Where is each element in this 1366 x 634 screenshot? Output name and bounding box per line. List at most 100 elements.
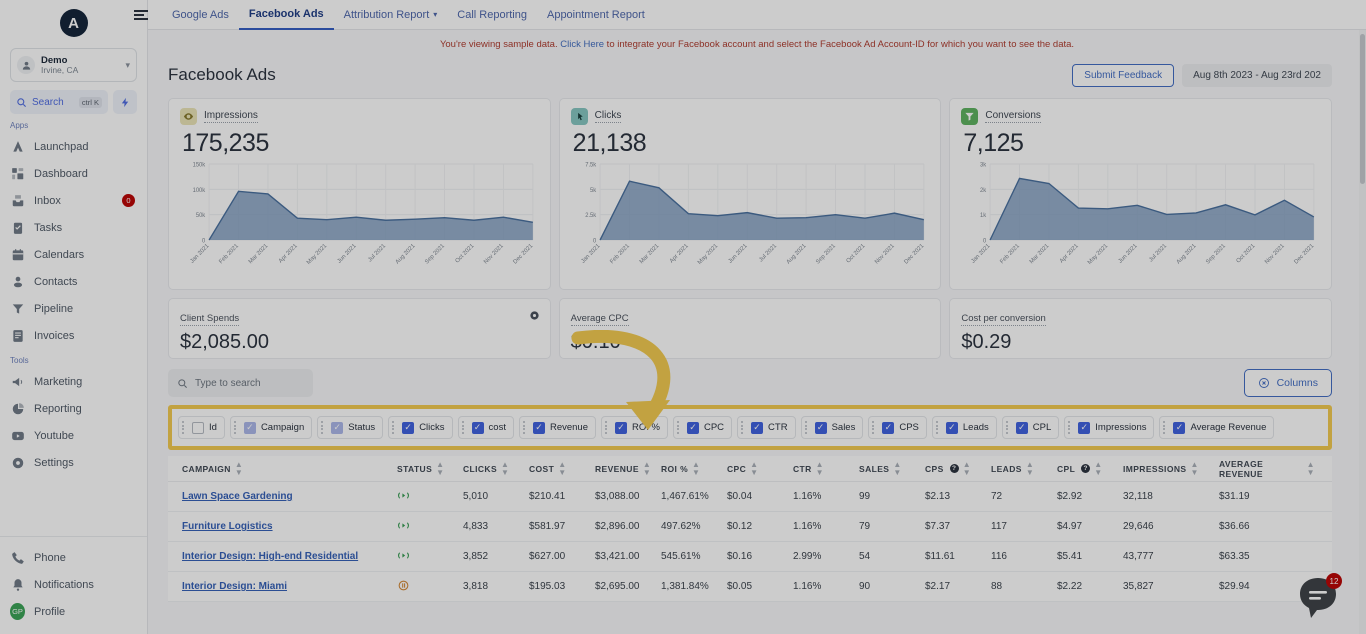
notice-link[interactable]: Click Here [560,39,604,50]
sidebar-item-pipeline[interactable]: Pipeline [0,295,147,322]
table-column-header[interactable]: COST ▲ ▼ [529,460,595,477]
column-chip[interactable]: ✓ Clicks [388,416,453,439]
sidebar-item-youtube[interactable]: Youtube [0,422,147,449]
sidebar-item-contacts[interactable]: Contacts [0,268,147,295]
table-column-header[interactable]: CPC ▲ ▼ [727,460,793,477]
table-column-header[interactable]: CLICKS ▲ ▼ [463,460,529,477]
drag-handle-icon[interactable] [935,421,941,434]
table-column-header[interactable]: CAMPAIGN ▲ ▼ [182,460,397,477]
column-chip[interactable]: ✓ CPC [672,416,733,439]
sort-icon[interactable]: ▲ ▼ [692,460,700,477]
column-checkbox[interactable]: ✓ [532,421,545,434]
column-chip[interactable]: ✓ CPS [868,416,927,439]
sort-icon[interactable]: ▲ ▼ [1307,460,1315,477]
column-chip[interactable]: ✓ Status [317,416,384,439]
column-checkbox[interactable] [192,421,204,434]
help-icon[interactable]: ? [949,464,959,473]
column-chip[interactable]: ✓ Impressions [1064,416,1155,439]
campaign-link[interactable]: Lawn Space Gardening [182,491,293,502]
sidebar-item-settings[interactable]: Settings [0,449,147,476]
chat-widget[interactable]: 12 [1296,573,1342,622]
column-checkbox[interactable]: ✓ [615,421,627,434]
sort-icon[interactable]: ▲ ▼ [1190,460,1198,477]
sidebar-item-invoices[interactable]: Invoices [0,322,147,349]
search-input[interactable]: Type to search [168,369,313,397]
sidebar-item-launchpad[interactable]: Launchpad [0,133,147,160]
sort-icon[interactable]: ▲ ▼ [436,460,444,477]
date-range-picker[interactable]: Aug 8th 2023 - Aug 23rd 202 [1182,63,1332,87]
table-row[interactable]: Interior Design: High-end Residential 3,8… [168,542,1332,572]
column-checkbox[interactable]: ✓ [945,421,958,434]
sidebar-item-notifications[interactable]: Notifications [0,571,147,598]
column-checkbox[interactable]: ✓ [1078,421,1091,434]
drag-handle-icon[interactable] [392,421,397,434]
column-checkbox[interactable]: ✓ [814,421,827,434]
drag-handle-icon[interactable] [605,421,610,434]
sort-icon[interactable]: ▲ ▼ [501,460,509,477]
tab-appointment-report[interactable]: Appointment Report [537,0,655,30]
campaign-link[interactable]: Furniture Logistics [182,521,273,532]
table-column-header[interactable]: CPS? ▲ ▼ [925,460,991,477]
column-chip[interactable]: ✓ Campaign [229,416,313,439]
gear-icon[interactable] [529,310,540,324]
drag-handle-icon[interactable] [741,421,746,434]
sidebar-item-profile[interactable]: GP Profile [0,598,147,625]
sort-icon[interactable]: ▲ ▼ [893,460,901,477]
sidebar-item-tasks[interactable]: Tasks [0,214,147,241]
column-checkbox[interactable]: ✓ [331,421,344,434]
page-scrollbar-thumb[interactable] [1360,34,1365,184]
tab-facebook-ads[interactable]: Facebook Ads [238,0,334,30]
sidebar-item-phone[interactable]: Phone [0,544,147,571]
sidebar-item-marketing[interactable]: Marketing [0,368,147,395]
column-checkbox[interactable]: ✓ [402,421,415,434]
sort-icon[interactable]: ▲ ▼ [750,460,758,477]
column-checkbox[interactable]: ✓ [1173,421,1186,434]
column-chip[interactable]: ✓ Average Revenue [1159,416,1275,439]
column-checkbox[interactable]: ✓ [882,421,895,434]
table-column-header[interactable]: AVERAGE REVENUE ▲ ▼ [1219,459,1315,479]
sort-icon[interactable]: ▲ ▼ [643,460,651,477]
column-chip[interactable]: ✓ CTR [737,416,796,439]
column-checkbox[interactable]: ✓ [471,421,484,434]
drag-handle-icon[interactable] [461,421,467,434]
column-chip[interactable]: Id [178,416,225,439]
sidebar-item-calendars[interactable]: Calendars [0,241,147,268]
table-row[interactable]: Interior Design: Miami 3,818 $195.03 $2,695… [168,572,1332,602]
drag-handle-icon[interactable] [321,421,326,434]
drag-handle-icon[interactable] [1068,421,1073,434]
tab-call-reporting[interactable]: Call Reporting [447,0,537,30]
tab-google-ads[interactable]: Google Ads [162,0,239,30]
drag-handle-icon[interactable] [1005,421,1011,434]
table-row[interactable]: Furniture Logistics 4,833 $581.97 $2,896.00… [168,512,1332,542]
table-column-header[interactable]: REVENUE ▲ ▼ [595,460,661,477]
table-column-header[interactable]: SALES ▲ ▼ [859,460,925,477]
submit-feedback-button[interactable]: Submit Feedback [1072,63,1175,87]
drag-handle-icon[interactable] [1163,421,1168,434]
sidebar-item-dashboard[interactable]: Dashboard [0,160,147,187]
column-chip[interactable]: ✓ CPL [1001,416,1060,439]
table-column-header[interactable]: IMPRESSIONS ▲ ▼ [1123,460,1219,477]
column-checkbox[interactable]: ✓ [751,421,764,434]
column-checkbox[interactable]: ✓ [243,421,256,434]
drag-handle-icon[interactable] [233,421,239,434]
column-checkbox[interactable]: ✓ [686,421,699,434]
account-switcher[interactable]: Demo Irvine, CA ▾ [10,48,137,82]
sort-icon[interactable]: ▲ ▼ [558,460,566,477]
table-column-header[interactable]: CPL? ▲ ▼ [1057,460,1123,477]
column-chip[interactable]: ✓ Sales [800,416,864,439]
column-chip[interactable]: ✓ cost [457,416,514,439]
table-row[interactable]: Lawn Space Gardening 5,010 $210.41 $3,088.0… [168,482,1332,512]
table-column-header[interactable]: STATUS ▲ ▼ [397,460,463,477]
sidebar-item-reporting[interactable]: Reporting [0,395,147,422]
menu-toggle-icon[interactable] [134,9,156,20]
quick-action-button[interactable] [113,90,137,114]
drag-handle-icon[interactable] [676,421,682,434]
app-logo[interactable]: A [0,0,147,46]
column-chip[interactable]: ✓ ROI % [601,416,668,439]
sort-icon[interactable]: ▲ ▼ [1094,460,1102,477]
help-icon[interactable]: ? [1081,464,1091,473]
campaign-link[interactable]: Interior Design: Miami [182,581,287,592]
columns-button[interactable]: Columns [1243,369,1332,397]
sort-icon[interactable]: ▲ ▼ [816,460,824,477]
sidebar-search-input[interactable]: Search ctrl K [10,90,108,114]
